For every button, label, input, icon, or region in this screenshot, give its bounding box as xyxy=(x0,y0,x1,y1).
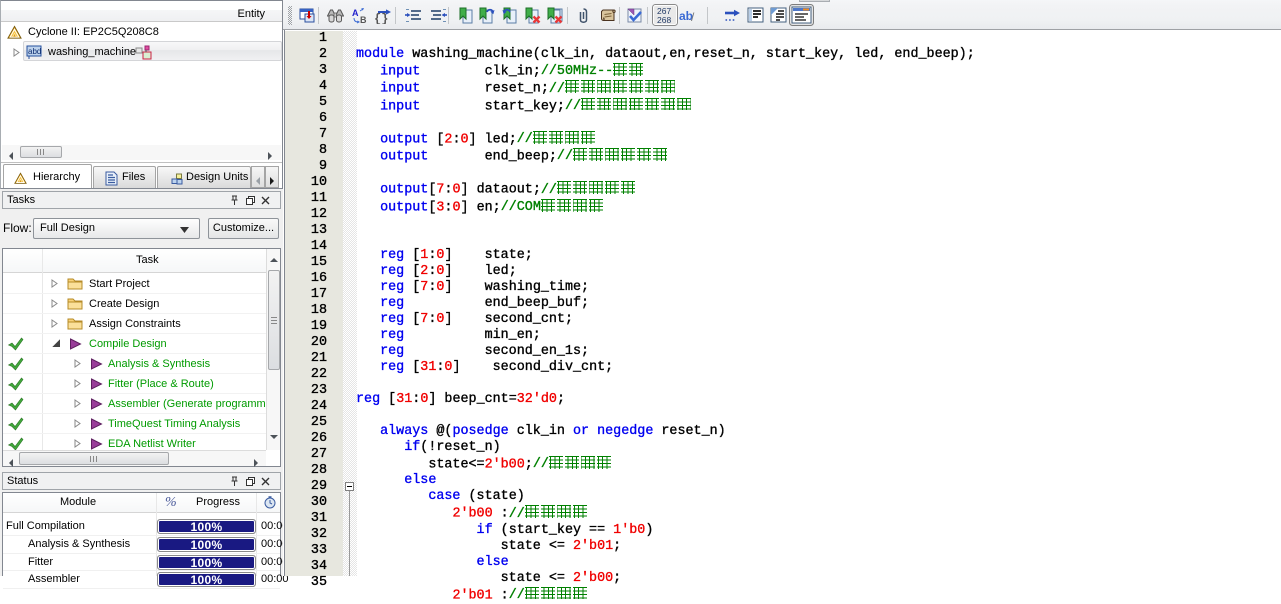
svg-text:B: B xyxy=(360,15,367,24)
svg-text:abd: abd xyxy=(28,47,41,56)
svg-text:A: A xyxy=(352,8,359,18)
svg-text:268: 268 xyxy=(657,15,671,25)
svg-text:/: / xyxy=(691,10,695,24)
